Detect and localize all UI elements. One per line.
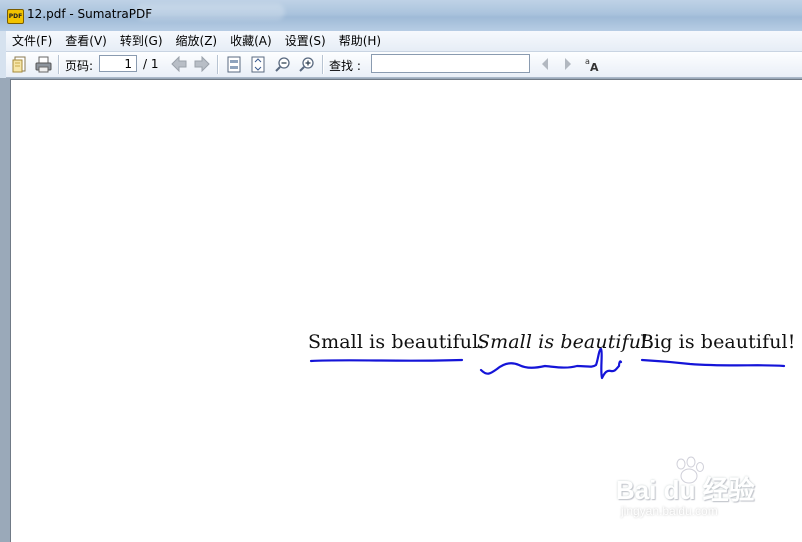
zoom-in-button[interactable]: [298, 55, 316, 73]
zoom-out-icon: [275, 57, 290, 72]
fit-page-icon: [227, 56, 241, 72]
text-big: Big is beautiful!: [640, 331, 796, 353]
find-label: 查找 :: [329, 59, 361, 73]
match-case-button[interactable]: a A: [583, 55, 603, 73]
sumatra-window: PDF 12.pdf - SumatraPDF 文件(F) 查看(V) 转到(G…: [0, 0, 802, 542]
page-number-input[interactable]: [99, 55, 137, 72]
window-title: 12.pdf - SumatraPDF: [27, 7, 153, 21]
title-bar[interactable]: PDF 12.pdf - SumatraPDF: [0, 0, 802, 31]
fit-width-button[interactable]: [249, 55, 267, 73]
watermark-main: Bai du 经验: [616, 475, 755, 505]
arrow-left-icon: [171, 56, 187, 72]
zoom-out-button[interactable]: [274, 55, 292, 73]
toolbar-separator: [217, 55, 219, 74]
text-small-regular: Small is beautiful.: [308, 331, 485, 353]
match-case-icon: a A: [585, 57, 599, 72]
toolbar-separator: [58, 55, 60, 74]
watermark-sub: jingyan.baidu.com: [621, 504, 718, 518]
baidu-watermark: Bai du 经验 jingyan.baidu.com: [613, 456, 763, 530]
title-bar-ghost: [135, 4, 285, 20]
print-button[interactable]: [33, 55, 53, 73]
prev-page-button[interactable]: [170, 55, 188, 73]
menu-file[interactable]: 文件(F): [6, 31, 59, 51]
find-input[interactable]: [371, 54, 530, 73]
menu-view[interactable]: 查看(V): [59, 31, 114, 51]
fit-width-icon: [251, 56, 265, 72]
fit-page-button[interactable]: [225, 55, 243, 73]
find-next-button[interactable]: [560, 55, 576, 73]
open-button[interactable]: [11, 55, 29, 73]
svg-text:A: A: [590, 61, 599, 72]
menu-help[interactable]: 帮助(H): [333, 31, 388, 51]
triangle-right-icon: [565, 58, 571, 70]
menu-goto[interactable]: 转到(G): [114, 31, 170, 51]
open-folder-icon: [12, 56, 26, 72]
text-small-italic: Small is beautiful.: [477, 331, 654, 353]
find-prev-button[interactable]: [537, 55, 553, 73]
arrow-right-icon: [194, 56, 210, 72]
toolbar: 页码: / 1: [6, 52, 802, 78]
triangle-left-icon: [542, 58, 548, 70]
zoom-in-icon: [299, 57, 314, 72]
menu-zoom[interactable]: 缩放(Z): [170, 31, 225, 51]
toolbar-separator: [322, 55, 324, 74]
page-label: 页码:: [65, 59, 94, 73]
menu-bar: 文件(F) 查看(V) 转到(G) 缩放(Z) 收藏(A) 设置(S) 帮助(H…: [6, 31, 802, 52]
menu-favorites[interactable]: 收藏(A): [224, 31, 279, 51]
printer-icon: [35, 56, 51, 72]
menu-settings[interactable]: 设置(S): [279, 31, 333, 51]
pdf-app-icon: PDF: [7, 9, 24, 24]
next-page-button[interactable]: [193, 55, 211, 73]
page-total: / 1: [143, 57, 159, 71]
